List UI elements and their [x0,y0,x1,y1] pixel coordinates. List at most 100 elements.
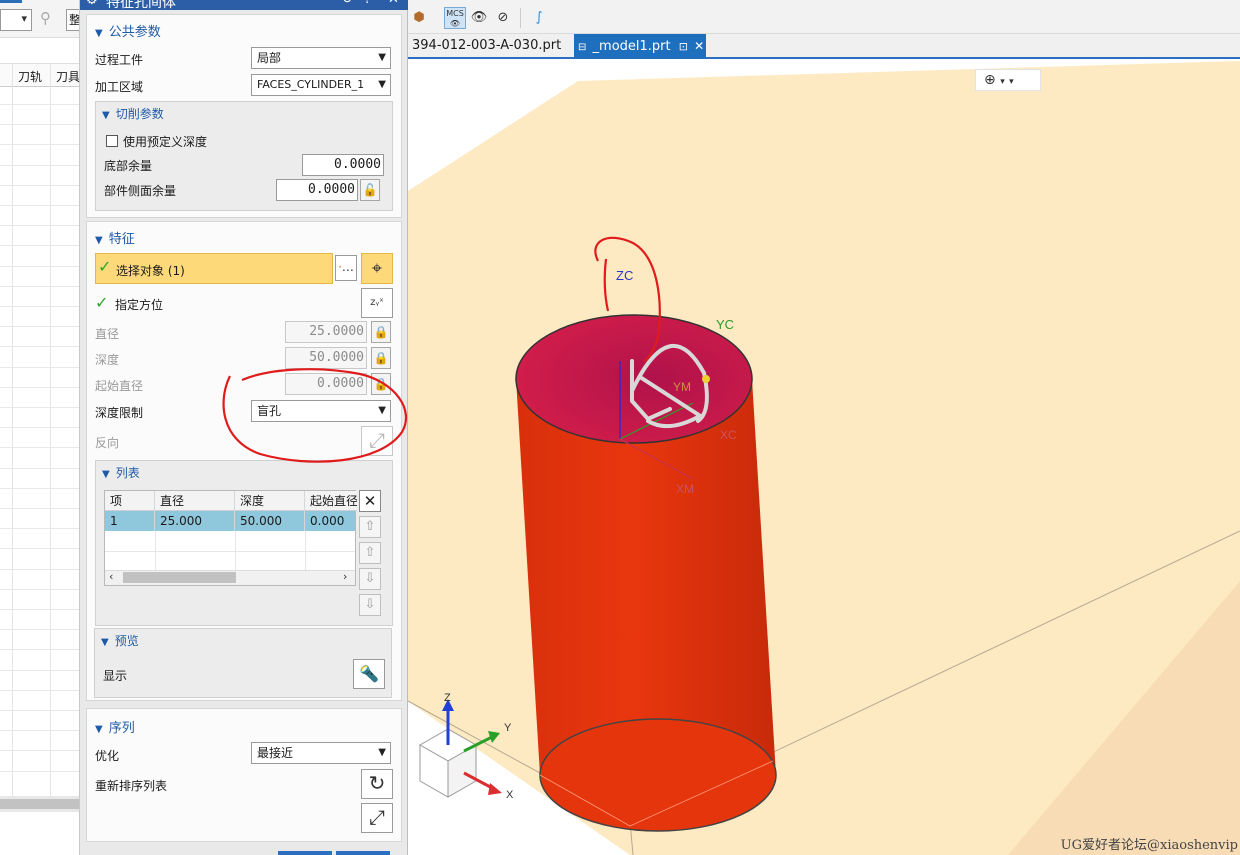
zc-label: ZC [616,268,633,283]
collapse-icon: ▼ [102,469,110,480]
depth-limit-label: 深度限制 [95,406,144,420]
annotation-circle [222,368,408,463]
diameter-input[interactable]: 25.0000 [285,321,367,343]
handle-ball[interactable] [702,375,710,383]
navigator-row-line [0,346,79,347]
preview-header[interactable]: ▼ 预览 [101,632,139,649]
table-header[interactable]: 项 [105,491,155,511]
snap-point-button[interactable]: ⊕ ▾ ▾ [975,69,1041,91]
apply-button-edge[interactable] [336,851,390,855]
help-icon[interactable]: ? [364,0,371,7]
delete-item-button[interactable]: ✕ [359,490,381,512]
triad-y-label: Y [504,722,512,734]
csys-icon: zᵧˣ [370,297,384,308]
table-gridline [305,531,306,570]
scroll-left-icon[interactable]: ‹ [109,570,113,583]
sequence-header[interactable]: ▼ 序列 [95,717,135,736]
move-down-button[interactable]: ⇩ [359,594,381,616]
table-hscroll-thumb[interactable] [123,572,236,583]
close-icon[interactable]: ✕ [388,0,399,7]
navigator-hscroll-thumb[interactable] [0,799,79,809]
check-icon: ✓ [98,257,112,276]
select-object-row[interactable]: ✓ 选择对象 (1) [95,253,333,284]
specify-orient-label: 指定方位 [115,298,164,312]
feature-header[interactable]: ▼ 特征 [95,228,135,247]
csys-orient-button[interactable]: zᵧˣ [361,288,393,318]
navigator-row-line [0,569,79,570]
triad-z-label: Z [444,692,451,704]
table-cell: 0.000 [310,514,345,528]
navigator-view-combo[interactable] [0,9,32,31]
cut-params-title: 切削参数 [115,107,164,121]
reverse-list-button[interactable]: ⤢ [361,803,393,833]
select-object-label: 选择对象 (1) [116,264,185,278]
optimize-dropdown[interactable]: 最接近 ▼ [251,742,391,764]
collapse-icon: ▼ [95,724,103,735]
col-divider [12,63,13,803]
preview-subgroup: ▼ 预览 显示 🔦 [94,628,392,698]
point-dialog-button[interactable]: ·… [335,255,357,281]
collapse-icon: ▼ [102,110,110,121]
crosshair-icon: ⌖ [371,258,383,279]
graphics-viewport[interactable]: ZC YC YM XC XM Z Y X ⊕ ▾ ▾ UG爱好者论坛@xiaos… [408,61,1240,855]
navigator-row-line [0,609,79,610]
common-params-group: ▼ 公共参数 过程工件 局部 ▼ 加工区域 FACES_CYLINDER_1 ▼ ▼ 切… [86,14,402,218]
side-stock-input[interactable]: 0.0000 [276,179,358,201]
optimize-value: 最接近 [257,746,294,760]
common-params-header[interactable]: ▼ 公共参数 [95,21,161,40]
navigator-filter-combo[interactable]: 整 [66,9,79,31]
reverse-label: 反向 [95,436,120,450]
dialog-title: 特征孔间体 [106,0,176,11]
move-down-button[interactable]: ⇩ [359,568,381,590]
navigator-row-line [0,589,79,590]
unlock-icon[interactable]: 🔓 [360,179,380,201]
display-preview-button[interactable]: 🔦 [353,659,385,689]
view-toolbar: ⬢ MCS 👁 👁 ⊘ ∫ [408,0,1240,34]
col-header-tool[interactable]: 刀具 [56,68,79,85]
tab-model1[interactable]: ⊟ _model1.prt ⊡ ✕ [574,34,706,59]
table-header[interactable]: 起始直径 [305,491,357,511]
table-row[interactable]: 1 25.000 50.000 0.000 [105,511,355,531]
machining-area-dropdown[interactable]: FACES_CYLINDER_1 ▼ [251,74,391,96]
process-part-dropdown[interactable]: 局部 ▼ [251,47,391,69]
table-header[interactable]: 直径 [155,491,235,511]
cube-icon[interactable]: ⬢ [408,7,430,29]
table-cell: 50.000 [235,511,305,531]
toolbar-separator [520,8,521,28]
xc-label: XC [720,428,737,442]
sequence-title: 序列 [108,721,135,736]
table-gridline [235,531,236,570]
navigator-row-line [0,670,79,671]
lock-icon[interactable]: 🔒 [371,321,391,343]
move-up-button[interactable]: ⇧ [359,516,381,538]
sequence-group: ▼ 序列 优化 最接近 ▼ 重新排序列表 ↻ ⤢ [86,708,402,842]
filter-icon[interactable]: ⚲ [40,9,51,27]
ok-button-edge[interactable] [278,851,332,855]
scene-canvas[interactable]: ZC YC YM XC XM Z Y X [408,61,1240,855]
use-predefined-depth-checkbox[interactable] [106,135,118,147]
reset-icon[interactable]: ↺ [342,0,353,7]
reorder-list-button[interactable]: ↻ [361,769,393,799]
gear-icon[interactable]: ⚙ [86,0,98,8]
eye-hide-icon[interactable]: ⊘ [492,7,514,29]
tab-label: 394-012-003-A-030.prt [412,38,562,53]
navigator-row-line [0,407,79,408]
navigator-row-line [0,326,79,327]
col-header-toolpath[interactable]: 刀轨 [18,68,42,85]
cut-params-header[interactable]: ▼ 切削参数 [102,105,164,122]
close-icon[interactable]: ✕ [694,39,704,53]
eye-icon[interactable]: 👁 [468,7,490,29]
crosshair-select-button[interactable]: ⌖ [361,253,393,284]
tab-part-file[interactable]: 394-012-003-A-030.prt ⊡ [408,34,568,76]
triad-x-label: X [506,789,514,801]
scroll-right-icon[interactable]: › [343,570,347,583]
mcs-visibility-button[interactable]: MCS 👁 [444,7,466,29]
table-header[interactable]: 深度 [235,491,305,511]
bottom-stock-input[interactable]: 0.0000 [302,154,384,176]
preview-title: 预览 [114,634,139,648]
edit-icon: ⊡ [678,40,688,53]
list-header[interactable]: ▼ 列表 [102,464,140,481]
navigator-row-line [0,629,79,630]
move-up-button[interactable]: ⇧ [359,542,381,564]
curve-icon[interactable]: ∫ [528,7,550,29]
